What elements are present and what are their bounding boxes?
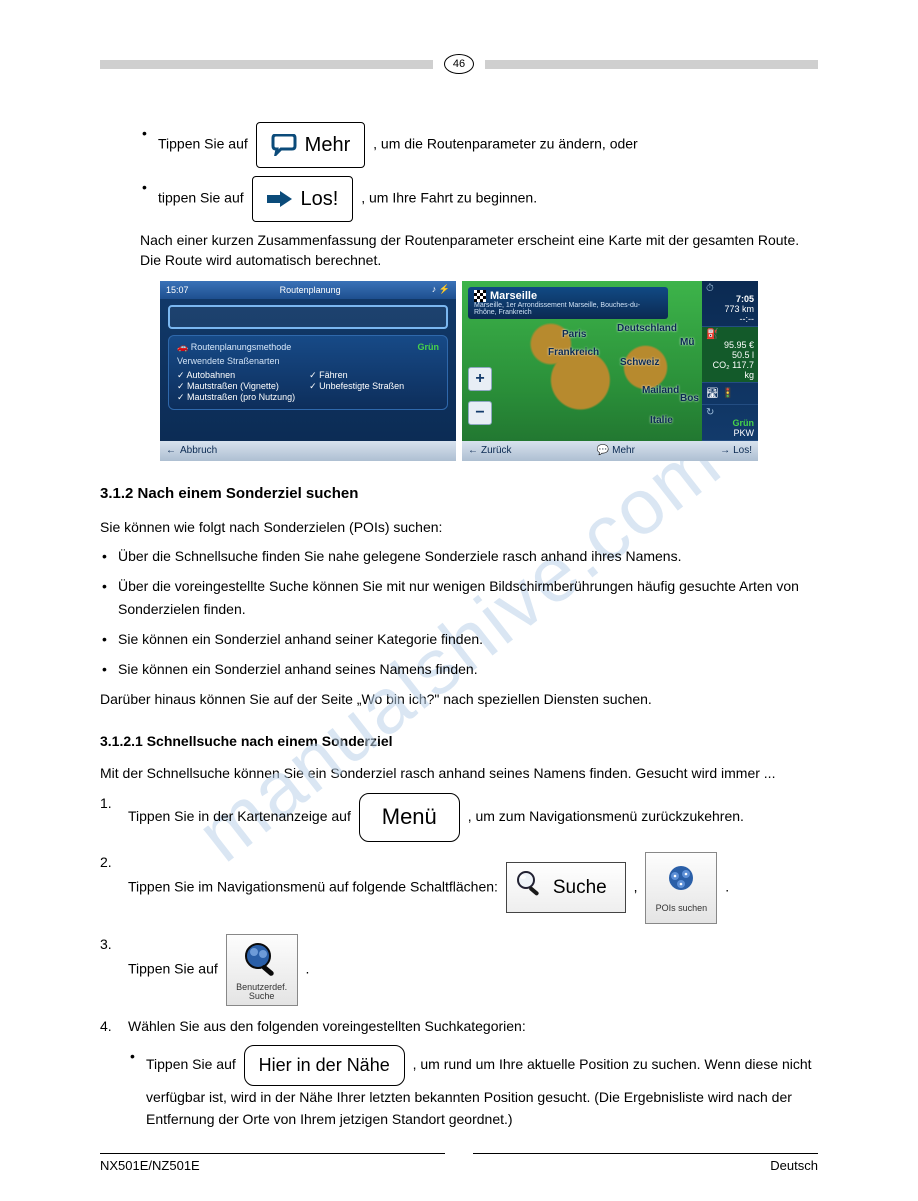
list-item: Sie können ein Sonderziel anhand seiner … xyxy=(100,628,818,650)
section-intro: Sie können wie folgt nach Sonderzielen (… xyxy=(100,517,818,537)
screenshot-row: 15:07 Routenplanung ♪ ⚡ 🚗 Routenplanungs… xyxy=(100,281,818,461)
subsection-intro: Mit der Schnellsuche können Sie ein Sond… xyxy=(100,763,818,783)
speech-icon xyxy=(271,134,297,156)
menu-button[interactable]: Menü xyxy=(359,793,460,841)
section-heading-3-1-2: 3.1.2 Nach einem Sonderziel suchen xyxy=(100,485,818,502)
extra-note: Darüber hinaus können Sie auf der Seite … xyxy=(100,689,818,709)
step-2: Tippen Sie im Navigationsmenü auf folgen… xyxy=(100,852,818,924)
benutzerdef-suche-tile[interactable]: Benutzerdef. Suche xyxy=(226,934,298,1006)
los-button[interactable]: Los! xyxy=(252,176,354,222)
footer: NX501E/NZ501E Deutsch xyxy=(100,1153,818,1173)
magnifier-icon xyxy=(515,869,545,906)
step-3: Tippen Sie auf Benutzerdef. Suche . xyxy=(100,934,818,1006)
footer-right: Deutsch xyxy=(473,1153,818,1173)
step-4-option: Tippen Sie auf Hier in der Nähe , um run… xyxy=(128,1045,818,1131)
paragraph-after-shots-intro: Nach einer kurzen Zusammenfassung der Ro… xyxy=(140,230,818,271)
step-1: Tippen Sie in der Kartenanzeige auf Menü… xyxy=(100,793,818,841)
bullet-los: tippen Sie auf Los! , um Ihre Fahrt zu b… xyxy=(140,176,818,222)
zoom-in-button[interactable]: + xyxy=(468,367,492,391)
arrow-right-icon xyxy=(267,191,293,207)
hier-in-der-naehe-button[interactable]: Hier in der Nähe xyxy=(244,1045,405,1086)
pois-suchen-tile[interactable]: POIs suchen xyxy=(645,852,717,924)
page-number: 46 xyxy=(444,54,474,74)
step-4: Wählen Sie aus den folgenden voreingeste… xyxy=(100,1016,818,1131)
suche-button[interactable]: Suche xyxy=(506,862,626,913)
list-item: Über die Schnellsuche finden Sie nahe ge… xyxy=(100,545,818,567)
bullet-mehr: Tippen Sie auf Mehr , um die Routenparam… xyxy=(140,122,818,168)
screenshot-route-settings: 15:07 Routenplanung ♪ ⚡ 🚗 Routenplanungs… xyxy=(160,281,456,461)
zoom-out-button[interactable]: − xyxy=(468,401,492,425)
header: 46 xyxy=(100,0,818,52)
screenshot-map-overview: Marseille Marseille, 1er Arrondissement … xyxy=(462,281,758,461)
list-item: Über die voreingestellte Suche können Si… xyxy=(100,575,818,620)
footer-left: NX501E/NZ501E xyxy=(100,1153,445,1173)
mehr-button[interactable]: Mehr xyxy=(256,122,366,168)
subsection-heading-3-1-2-1: 3.1.2.1 Schnellsuche nach einem Sonderzi… xyxy=(100,733,818,749)
list-item: Sie können ein Sonderziel anhand seines … xyxy=(100,658,818,680)
